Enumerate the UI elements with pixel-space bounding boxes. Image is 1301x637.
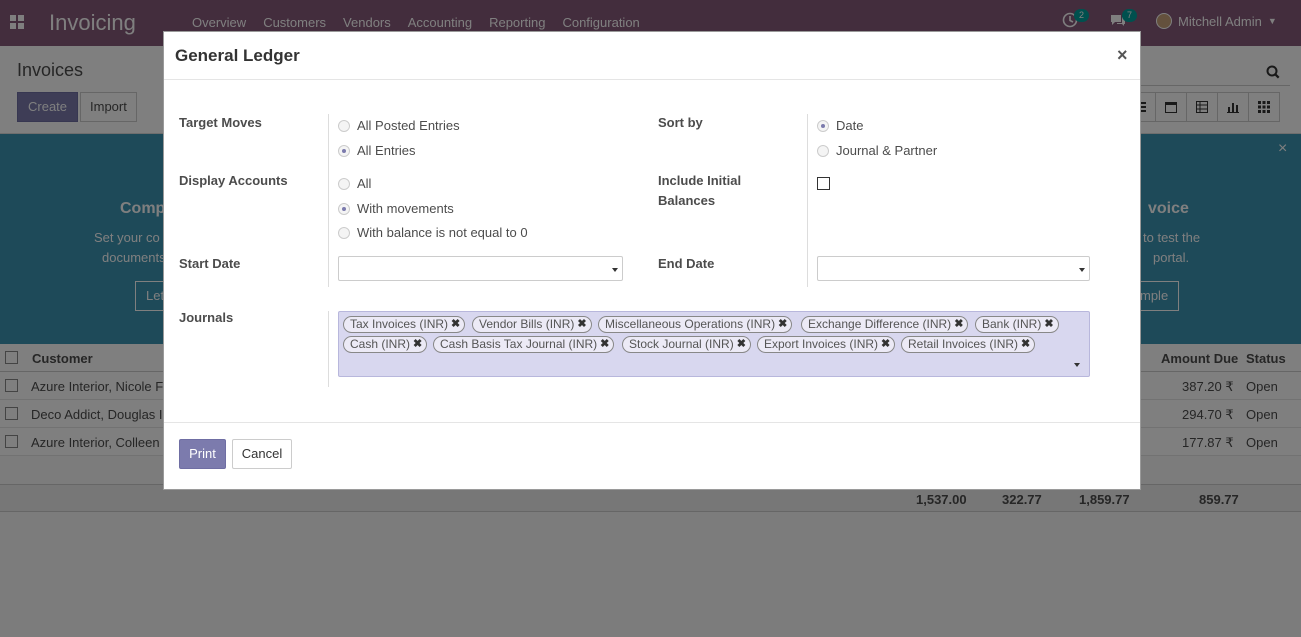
- journal-tag: Exchange Difference (INR) ✖: [801, 316, 969, 333]
- journal-tag: Stock Journal (INR) ✖: [622, 336, 751, 353]
- radio-label: All Entries: [357, 143, 416, 158]
- tag-label: Tax Invoices (INR): [350, 317, 449, 331]
- label-include-initial-line2: Balances: [658, 193, 716, 208]
- radio-sort-journal-partner[interactable]: Journal & Partner: [817, 143, 937, 158]
- label-display-accounts: Display Accounts: [179, 173, 288, 188]
- radio-button[interactable]: [338, 202, 350, 215]
- remove-tag-icon[interactable]: ✖: [778, 317, 787, 332]
- label-start-date: Start Date: [179, 256, 241, 271]
- label-end-date: End Date: [658, 256, 715, 271]
- end-date-input[interactable]: [817, 256, 1090, 281]
- radio-sort-date[interactable]: Date: [817, 118, 863, 133]
- tag-label: Exchange Difference (INR): [808, 317, 952, 331]
- tag-label: Retail Invoices (INR): [908, 337, 1019, 351]
- remove-tag-icon[interactable]: ✖: [451, 317, 460, 332]
- general-ledger-dialog: General Ledger × Target Moves Display Ac…: [163, 31, 1141, 490]
- journal-tag: Export Invoices (INR) ✖: [757, 336, 896, 353]
- radio-button[interactable]: [817, 119, 829, 132]
- tag-label: Miscellaneous Operations (INR): [605, 317, 776, 331]
- start-date-input[interactable]: [338, 256, 623, 281]
- radio-button[interactable]: [338, 119, 350, 132]
- label-target-moves: Target Moves: [179, 115, 262, 130]
- journal-tag: Tax Invoices (INR) ✖: [343, 316, 466, 333]
- divider: [807, 114, 808, 287]
- radio-label: Journal & Partner: [836, 143, 938, 158]
- close-icon[interactable]: ×: [1117, 45, 1128, 66]
- radio-label: All Posted Entries: [357, 118, 460, 133]
- chevron-down-icon[interactable]: [1074, 363, 1080, 367]
- include-initial-balances-checkbox[interactable]: [817, 177, 830, 190]
- journal-tag: Cash (INR) ✖: [343, 336, 428, 353]
- remove-tag-icon[interactable]: ✖: [577, 317, 586, 332]
- label-journals: Journals: [179, 310, 234, 325]
- journal-tag: Vendor Bills (INR) ✖: [472, 316, 592, 333]
- chevron-down-icon: [612, 268, 618, 272]
- radio-accounts-balance-not-zero[interactable]: With balance is not equal to 0: [338, 225, 528, 240]
- tag-label: Cash Basis Tax Journal (INR): [440, 337, 598, 351]
- remove-tag-icon[interactable]: ✖: [881, 337, 890, 352]
- chevron-down-icon: [1079, 268, 1085, 272]
- tag-label: Cash (INR): [350, 337, 411, 351]
- radio-label: Date: [836, 118, 864, 133]
- radio-accounts-with-movements[interactable]: With movements: [338, 201, 454, 216]
- radio-button[interactable]: [338, 226, 350, 239]
- remove-tag-icon[interactable]: ✖: [954, 317, 963, 332]
- dialog-title: General Ledger: [175, 46, 300, 65]
- dialog-footer: Print Cancel: [164, 422, 1140, 489]
- remove-tag-icon[interactable]: ✖: [737, 337, 746, 352]
- label-include-initial-line1: Include Initial: [658, 173, 742, 188]
- journal-tag: Miscellaneous Operations (INR) ✖: [598, 316, 793, 333]
- journal-tag: Cash Basis Tax Journal (INR) ✖: [433, 336, 615, 353]
- remove-tag-icon[interactable]: ✖: [1044, 317, 1053, 332]
- label-sort-by: Sort by: [658, 115, 703, 130]
- radio-label: With balance is not equal to 0: [357, 225, 528, 240]
- radio-button[interactable]: [338, 177, 350, 190]
- radio-button[interactable]: [817, 144, 829, 157]
- remove-tag-icon[interactable]: ✖: [413, 337, 422, 352]
- remove-tag-icon[interactable]: ✖: [1021, 337, 1030, 352]
- radio-label: With movements: [357, 201, 454, 216]
- radio-accounts-all[interactable]: All: [338, 176, 371, 191]
- radio-button[interactable]: [338, 144, 350, 157]
- divider: [328, 311, 329, 387]
- tag-label: Bank (INR): [982, 317, 1042, 331]
- journals-tag-input[interactable]: Tax Invoices (INR) ✖ Vendor Bills (INR) ✖ …: [338, 311, 1090, 377]
- dialog-header: General Ledger ×: [164, 32, 1140, 80]
- divider: [328, 114, 329, 287]
- journal-tag: Bank (INR) ✖: [975, 316, 1059, 333]
- tag-label: Vendor Bills (INR): [479, 317, 575, 331]
- tag-label: Export Invoices (INR): [764, 337, 879, 351]
- radio-all-posted-entries[interactable]: All Posted Entries: [338, 118, 460, 133]
- remove-tag-icon[interactable]: ✖: [600, 337, 609, 352]
- journal-tag: Retail Invoices (INR) ✖: [901, 336, 1036, 353]
- cancel-button[interactable]: Cancel: [232, 439, 292, 469]
- print-button[interactable]: Print: [179, 439, 226, 469]
- tag-label: Stock Journal (INR): [629, 337, 734, 351]
- radio-label: All: [357, 176, 372, 191]
- radio-all-entries[interactable]: All Entries: [338, 143, 416, 158]
